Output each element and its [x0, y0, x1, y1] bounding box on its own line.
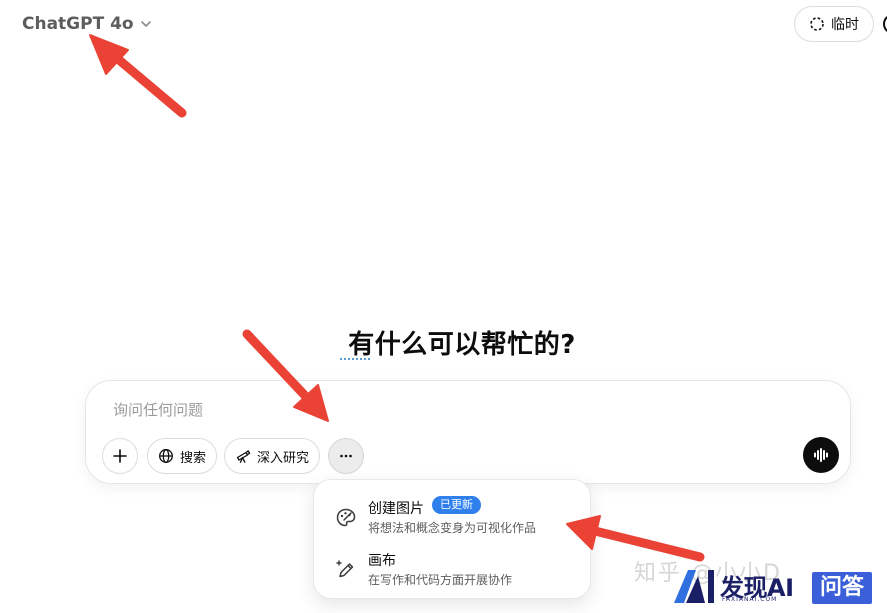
ai-logo-icon — [674, 570, 714, 603]
annotation-arrows — [89, 34, 705, 562]
qa-badge: 问答 — [812, 572, 872, 604]
brand-logo: 发现AI FAXIANAI.COM — [672, 568, 794, 604]
arrow-to-more-tools — [242, 329, 329, 422]
brand-domain: FAXIANAI.COM — [722, 596, 778, 603]
arrow-to-model-switcher — [89, 34, 187, 118]
arrow-to-create-image — [566, 515, 705, 562]
